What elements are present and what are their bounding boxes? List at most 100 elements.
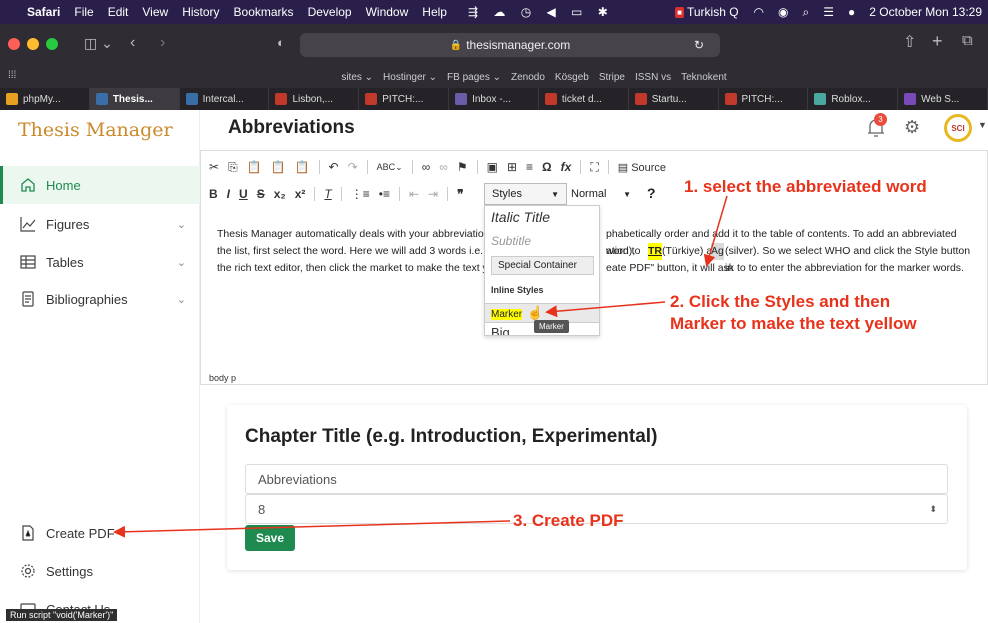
- sidebar-item-tables[interactable]: Tables ⌄: [0, 243, 200, 281]
- browser-tab[interactable]: Web S...: [898, 88, 988, 110]
- privacy-shield-icon[interactable]: ◐: [277, 35, 285, 50]
- browser-tab[interactable]: Thesis...: [89, 88, 180, 110]
- sidebar-toggle-icon[interactable]: ◫ ⌄: [84, 35, 113, 52]
- reload-icon[interactable]: ↻: [694, 38, 704, 52]
- spellcheck-icon[interactable]: ABC⌄: [377, 162, 403, 173]
- chevron-down-icon[interactable]: ⌄: [177, 293, 186, 306]
- menu-app-name[interactable]: Safari: [20, 5, 67, 19]
- menu-window[interactable]: Window: [359, 5, 416, 19]
- stepper-icon[interactable]: ⬍: [929, 504, 937, 515]
- bookmark-item[interactable]: Zenodo: [511, 72, 545, 83]
- elements-path[interactable]: body p: [209, 373, 236, 383]
- menu-history[interactable]: History: [175, 5, 226, 19]
- favorites-grid-icon[interactable]: ⁞⁞⁞: [8, 70, 16, 81]
- browser-tab[interactable]: Intercal...: [180, 88, 270, 110]
- spotlight-icon[interactable]: ⌕: [796, 5, 817, 20]
- undo-icon[interactable]: ↶: [329, 160, 339, 174]
- paste-text-icon[interactable]: 📋: [271, 160, 286, 174]
- anchor-flag-icon[interactable]: ⚑: [457, 160, 468, 174]
- menu-edit[interactable]: Edit: [101, 5, 136, 19]
- bookmark-item[interactable]: ISSN vs: [635, 72, 671, 83]
- close-window-button[interactable]: [8, 38, 20, 50]
- bold-icon[interactable]: B: [209, 187, 218, 201]
- bookmark-item[interactable]: Hostinger ⌄: [383, 72, 437, 83]
- sidebar-item-create-pdf[interactable]: Create PDF: [0, 514, 200, 552]
- bullet-list-icon[interactable]: •≡: [379, 187, 390, 201]
- numbered-list-icon[interactable]: ⋮≡: [351, 187, 370, 201]
- menu-view[interactable]: View: [135, 5, 175, 19]
- notification-bell[interactable]: 3: [865, 113, 887, 139]
- wifi-icon[interactable]: ◠: [747, 5, 771, 19]
- settings-gear-icon[interactable]: ⚙: [904, 117, 920, 138]
- browser-tab[interactable]: Roblox...: [808, 88, 899, 110]
- unlink-icon[interactable]: ∞: [439, 160, 448, 174]
- indent-icon[interactable]: ⇥: [428, 187, 438, 201]
- new-tab-icon[interactable]: +: [932, 31, 943, 52]
- control-center-icon[interactable]: ☰: [816, 5, 841, 19]
- remove-format-icon[interactable]: T: [324, 187, 331, 201]
- bookmark-item[interactable]: sites ⌄: [341, 72, 373, 83]
- table-insert-icon[interactable]: ⊞: [507, 160, 517, 174]
- outdent-icon[interactable]: ⇤: [409, 187, 419, 201]
- menu-file[interactable]: File: [67, 5, 100, 19]
- tab-overview-icon[interactable]: ⧉: [962, 32, 973, 49]
- bookmark-item[interactable]: Teknokent: [681, 72, 727, 83]
- strike-icon[interactable]: S: [257, 187, 265, 201]
- blockquote-icon[interactable]: ❞: [457, 187, 463, 201]
- style-option-subtitle[interactable]: Subtitle: [485, 234, 599, 248]
- menu-bookmarks[interactable]: Bookmarks: [227, 5, 301, 19]
- sidebar-item-figures[interactable]: Figures ⌄: [0, 205, 200, 243]
- browser-tab[interactable]: phpMy...: [0, 88, 90, 110]
- bookmark-item[interactable]: FB pages ⌄: [447, 72, 501, 83]
- chevron-down-icon[interactable]: ⌄: [177, 218, 186, 231]
- formula-icon[interactable]: fx: [561, 160, 572, 174]
- abbreviations-field[interactable]: Abbreviations: [245, 464, 948, 494]
- paste-word-icon[interactable]: 📋: [295, 160, 310, 174]
- help-icon[interactable]: ?: [647, 185, 656, 201]
- chevron-down-icon[interactable]: ⌄: [177, 256, 186, 269]
- cut-icon[interactable]: ✂: [209, 160, 219, 174]
- format-dropdown-button[interactable]: Normal ▼: [565, 183, 637, 205]
- avatar[interactable]: SCI: [944, 114, 972, 142]
- horizontal-line-icon[interactable]: ≡: [526, 160, 533, 174]
- browser-tab[interactable]: Startu...: [629, 88, 719, 110]
- superscript-icon[interactable]: x²: [295, 187, 306, 201]
- browser-tab[interactable]: PITCH:...: [719, 88, 809, 110]
- browser-tab[interactable]: Lisbon,...: [269, 88, 360, 110]
- redo-icon[interactable]: ↷: [348, 160, 358, 174]
- special-char-icon[interactable]: Ω: [542, 160, 552, 174]
- style-option-special-container[interactable]: Special Container: [485, 256, 599, 275]
- save-button[interactable]: Save: [245, 525, 295, 551]
- caret-down-icon[interactable]: ▼: [978, 120, 987, 130]
- italic-icon[interactable]: I: [227, 187, 230, 201]
- share-icon[interactable]: ⇧: [903, 32, 916, 52]
- subscript-icon[interactable]: x₂: [274, 187, 286, 201]
- bookmark-item[interactable]: Stripe: [599, 72, 625, 83]
- browser-tab[interactable]: ticket d...: [539, 88, 629, 110]
- menubar-clock[interactable]: 2 October Mon 13:29: [862, 5, 988, 19]
- sidebar-item-home[interactable]: Home: [0, 166, 200, 204]
- maximize-icon[interactable]: ⛶: [590, 160, 598, 175]
- style-option-italic-title[interactable]: Italic Title: [485, 209, 599, 225]
- image-icon[interactable]: ▣: [487, 160, 498, 174]
- sidebar-item-settings[interactable]: Settings: [0, 552, 200, 590]
- minimize-window-button[interactable]: [27, 38, 39, 50]
- sidebar-item-bibliographies[interactable]: Bibliographies ⌄: [0, 280, 200, 318]
- copy-icon[interactable]: ⎘: [228, 160, 238, 175]
- maximize-window-button[interactable]: [46, 38, 58, 50]
- styles-dropdown-button[interactable]: Styles ▼: [484, 183, 567, 205]
- browser-tab[interactable]: Inbox -...: [449, 88, 539, 110]
- source-button[interactable]: ▤ Source: [618, 161, 666, 174]
- forward-icon[interactable]: ›: [160, 34, 165, 52]
- back-icon[interactable]: ‹: [130, 34, 135, 52]
- menu-develop[interactable]: Develop: [301, 5, 359, 19]
- link-icon[interactable]: ∞: [422, 160, 431, 174]
- user-icon[interactable]: ◉: [771, 5, 795, 19]
- menu-help[interactable]: Help: [415, 5, 454, 19]
- paste-icon[interactable]: 📋: [247, 160, 262, 174]
- bookmark-item[interactable]: Kösgeb: [555, 72, 589, 83]
- app-logo[interactable]: Thesis Manager: [18, 119, 173, 141]
- browser-tab[interactable]: PITCH:...: [359, 88, 450, 110]
- underline-icon[interactable]: U: [239, 187, 248, 201]
- address-bar[interactable]: 🔒 thesismanager.com ↻: [300, 33, 720, 57]
